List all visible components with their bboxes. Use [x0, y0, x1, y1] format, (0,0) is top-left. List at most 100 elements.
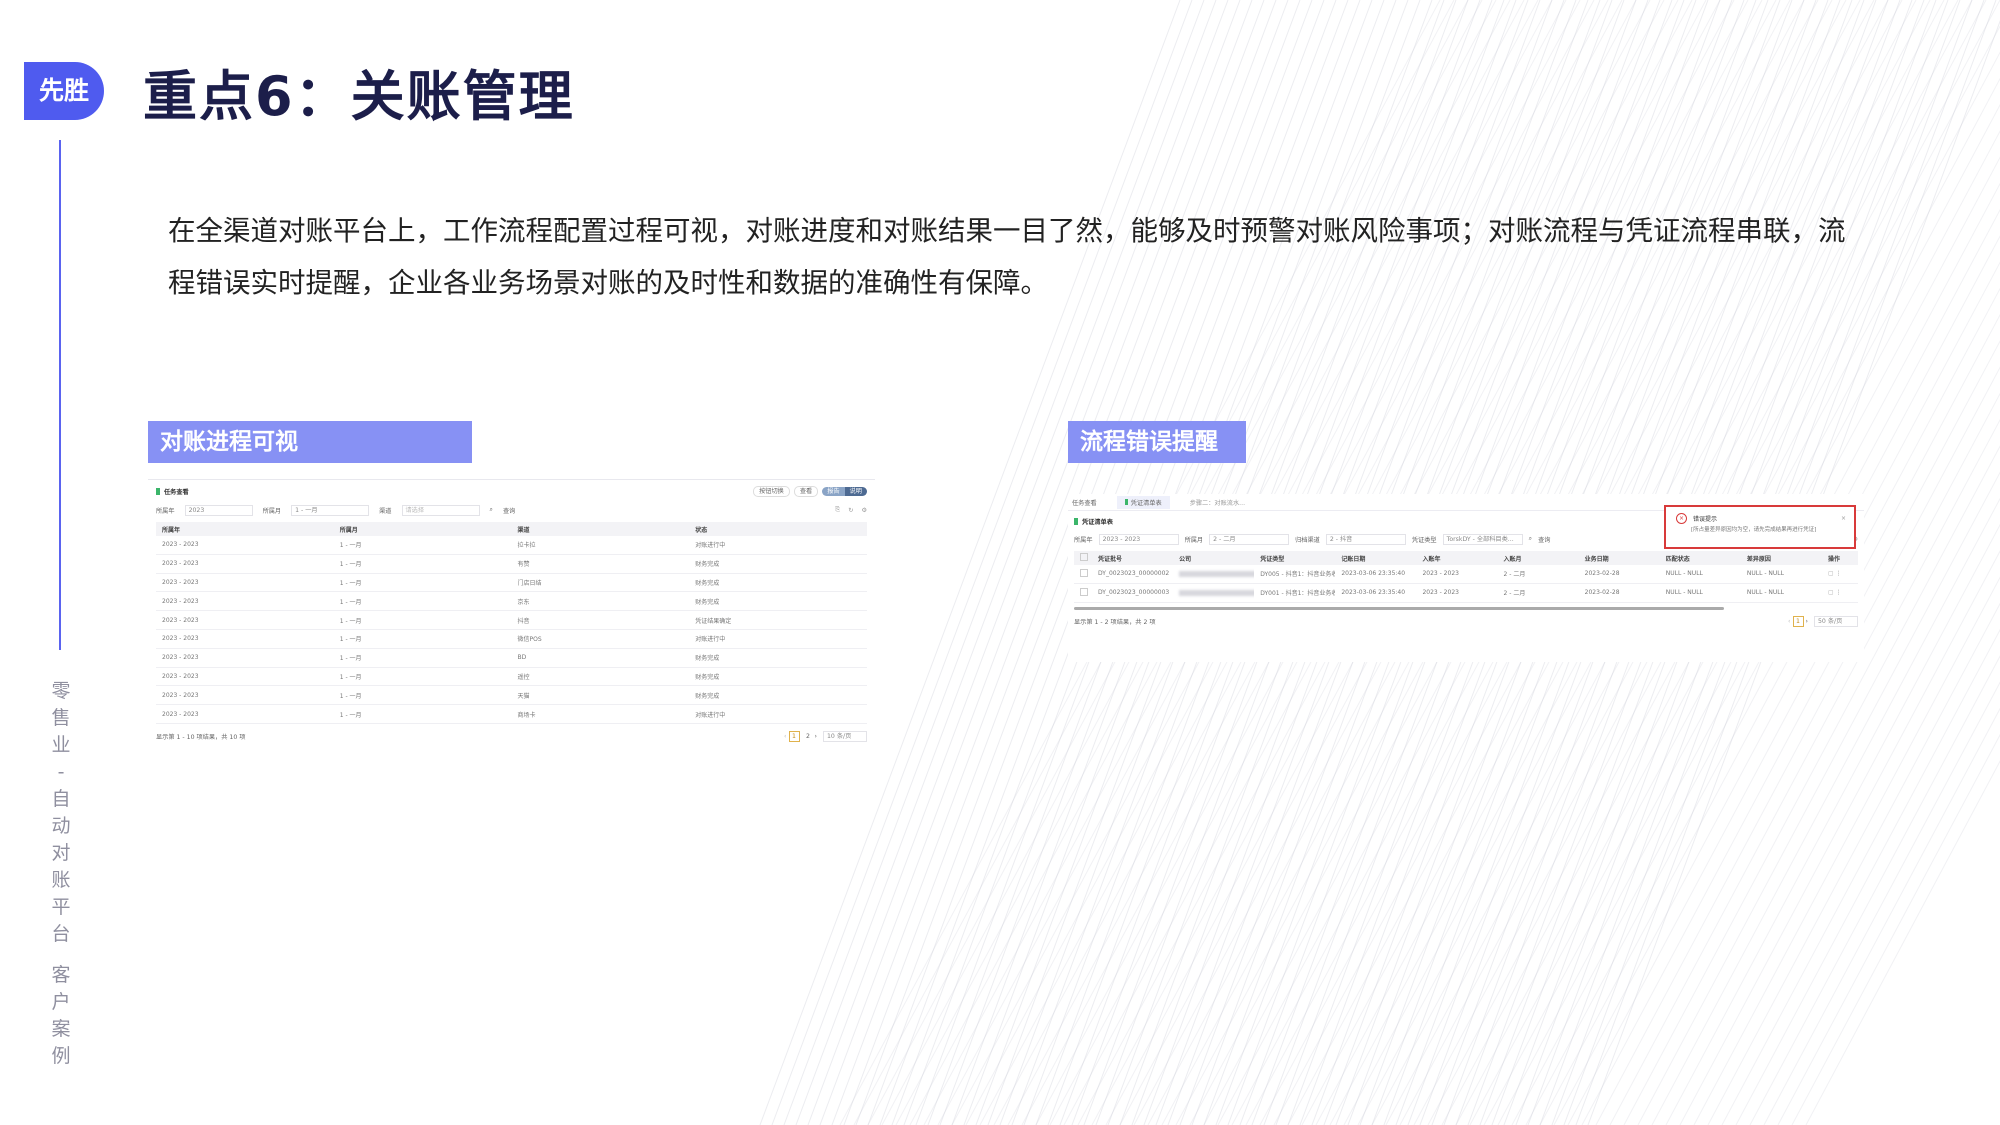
column-header[interactable]: 凭证批号: [1092, 551, 1174, 565]
table-cell: 1 - 一月: [333, 591, 512, 612]
column-header[interactable]: 入账年: [1416, 551, 1498, 565]
close-icon[interactable]: ×: [1841, 515, 1846, 522]
search-icon[interactable]: ⌕: [490, 506, 493, 514]
page-size-select[interactable]: 10 条/页: [823, 731, 867, 743]
voucher-table: 凭证批号 公司 凭证类型 记账日期 入账年 入账月 业务日期 匹配状态 差异原因 操作 DY_00…: [1074, 551, 1858, 603]
next-page-icon[interactable]: ›: [1806, 618, 1808, 625]
info-toggle[interactable]: 说明: [844, 486, 867, 496]
table-row[interactable]: 2023 - 2023 1 - 一月 抖音 凭证结果确定: [156, 610, 867, 630]
horizontal-scrollbar[interactable]: [1074, 606, 1724, 610]
progress-table: 所属年 所属月 渠道 状态 2023 - 2023 1 - 一月 拉卡拉 对账进行中 2…: [156, 522, 867, 724]
settings-icon[interactable]: ⚙: [861, 507, 867, 514]
panel-title: 凭证清单表: [1082, 518, 1113, 526]
page-size-select[interactable]: 50 条/页: [1814, 616, 1858, 628]
prev-page-icon[interactable]: ‹: [784, 733, 786, 740]
view-button[interactable]: 查看: [793, 485, 819, 497]
pagination-summary: 显示第 1 - 2 项结果，共 2 项: [1074, 619, 1156, 627]
table-cell: 门店日结: [511, 573, 690, 593]
row-checkbox[interactable]: [1074, 565, 1092, 584]
column-header[interactable]: 所属月: [333, 522, 512, 536]
column-header[interactable]: 状态: [689, 522, 867, 536]
sidebar-char: 业: [51, 734, 71, 756]
table-row[interactable]: 2023 - 2023 1 - 一月 天猫 财务完成: [156, 685, 867, 706]
table-cell: 2023 - 2023: [156, 610, 334, 630]
search-button[interactable]: 查询: [503, 506, 515, 515]
column-header[interactable]: 所属年: [156, 522, 334, 536]
prev-page-icon[interactable]: ‹: [1788, 618, 1790, 625]
table-row[interactable]: 2023 - 2023 1 - 一月 拉卡拉 对账进行中: [156, 536, 867, 555]
switch-button[interactable]: 按钮切换: [753, 485, 790, 497]
column-header[interactable]: 差异原因: [1740, 551, 1822, 565]
year-filter-select[interactable]: 2023 - 2023: [1098, 533, 1179, 545]
more-icon[interactable]: ⋮: [1836, 589, 1842, 596]
blurred-company-cell: [1173, 583, 1255, 603]
page-1[interactable]: 1: [1792, 616, 1804, 628]
year-filter-label: 所属年: [1074, 536, 1093, 544]
tab-step-two[interactable]: 步骤二：对账流水...: [1190, 498, 1245, 507]
sidebar-char: 零: [51, 680, 71, 702]
column-header[interactable]: 记账日期: [1335, 551, 1417, 565]
table-row[interactable]: DY_0023023_00000003DY001 - 抖音1：抖音业务收款凭20…: [1074, 583, 1858, 603]
column-header[interactable]: 入账月: [1497, 551, 1579, 565]
next-page-icon[interactable]: ›: [815, 733, 817, 740]
table-cell: 1 - 一月: [333, 536, 512, 555]
copy-icon[interactable]: ▢: [1828, 570, 1834, 577]
table-cell: 对账进行中: [689, 536, 867, 555]
search-button[interactable]: 查询: [1538, 535, 1550, 544]
brand-logo: 先胜: [24, 62, 104, 120]
column-header[interactable]: 匹配状态: [1659, 551, 1741, 565]
table-cell: NULL - NULL: [1659, 565, 1741, 584]
more-icon[interactable]: ⋮: [1836, 570, 1842, 577]
channel-filter-label: 渠道: [379, 507, 392, 515]
copy-icon[interactable]: ▢: [1828, 589, 1834, 596]
channel-filter-label: 归档渠道: [1295, 536, 1320, 544]
tab-task-view[interactable]: 任务查看: [1072, 498, 1097, 507]
sidebar-char: 对: [51, 842, 71, 864]
search-icon[interactable]: ⌕: [1529, 535, 1532, 543]
column-header[interactable]: 渠道: [511, 522, 690, 536]
table-row[interactable]: DY_0023023_00000002DY005 - 抖音1：抖音业务收入凭款2…: [1074, 565, 1858, 584]
select-all-checkbox[interactable]: [1074, 551, 1092, 565]
table-cell: 1 - 一月: [333, 573, 512, 593]
column-header[interactable]: 业务日期: [1578, 551, 1660, 565]
column-header[interactable]: 凭证类型: [1254, 551, 1336, 565]
page-1[interactable]: 1: [788, 731, 800, 743]
channel-filter-select[interactable]: 2 - 抖音: [1325, 533, 1406, 545]
page-2[interactable]: 2: [804, 732, 813, 741]
year-filter-select[interactable]: 2023: [184, 504, 253, 516]
sidebar-char: 账: [51, 869, 71, 891]
voucher-type-select[interactable]: TorskDY - 全部科目类...: [1442, 533, 1523, 545]
report-toggle[interactable]: 报告: [822, 486, 845, 496]
error-title: 错误提示: [1693, 516, 1718, 523]
sidebar-char: 例: [51, 1045, 71, 1067]
year-filter-label: 所属年: [156, 507, 175, 515]
channel-filter-select[interactable]: 请选择: [401, 504, 480, 516]
green-marker-icon: [1124, 498, 1128, 505]
table-row[interactable]: 2023 - 2023 1 - 一月 京东 财务完成: [156, 591, 867, 612]
table-cell: 抖音: [511, 610, 690, 630]
row-checkbox[interactable]: [1074, 583, 1092, 603]
column-header[interactable]: 公司: [1173, 551, 1255, 565]
export-icon[interactable]: ⎘: [835, 506, 840, 514]
month-filter-select[interactable]: 1 - 一月: [291, 504, 370, 516]
progress-screenshot: 任务查看 按钮切换 查看 报告 说明 所属年 2023 所属月 1 - 一月 渠…: [148, 479, 875, 747]
month-filter-label: 所属月: [262, 507, 282, 515]
table-row[interactable]: 2023 - 2023 1 - 一月 微信POS 对账进行中: [156, 629, 867, 649]
month-filter-select[interactable]: 2 - 二月: [1209, 533, 1290, 545]
table-row[interactable]: 2023 - 2023 1 - 一月 有赞 财务完成: [156, 554, 867, 574]
table-row[interactable]: 2023 - 2023 1 - 一月 遥控 财务完成: [156, 667, 867, 687]
sidebar-char: 户: [51, 991, 71, 1013]
table-cell: 2023-03-06 23:35:40: [1335, 583, 1417, 603]
column-header[interactable]: 操作: [1822, 551, 1858, 565]
table-cell: 微信POS: [511, 629, 690, 649]
refresh-icon[interactable]: ↻: [848, 507, 853, 514]
table-cell: 2023 - 2023: [156, 554, 334, 574]
tab-voucher-list[interactable]: 凭证清单表: [1116, 495, 1170, 509]
table-cell: 2023 - 2023: [156, 648, 334, 668]
table-row[interactable]: 2023 - 2023 1 - 一月 门店日结 财务完成: [156, 573, 867, 593]
table-row[interactable]: 2023 - 2023 1 - 一月 BD 财务完成: [156, 648, 867, 668]
table-cell: 1 - 一月: [333, 610, 512, 630]
error-toast: × 错误提示 × [所占量差异原因均为空，请先完成结果再进行凭证]: [1664, 505, 1856, 549]
table-row[interactable]: 2023 - 2023 1 - 一月 商场卡 对账进行中: [156, 704, 867, 724]
table-cell: 对账进行中: [689, 704, 867, 724]
